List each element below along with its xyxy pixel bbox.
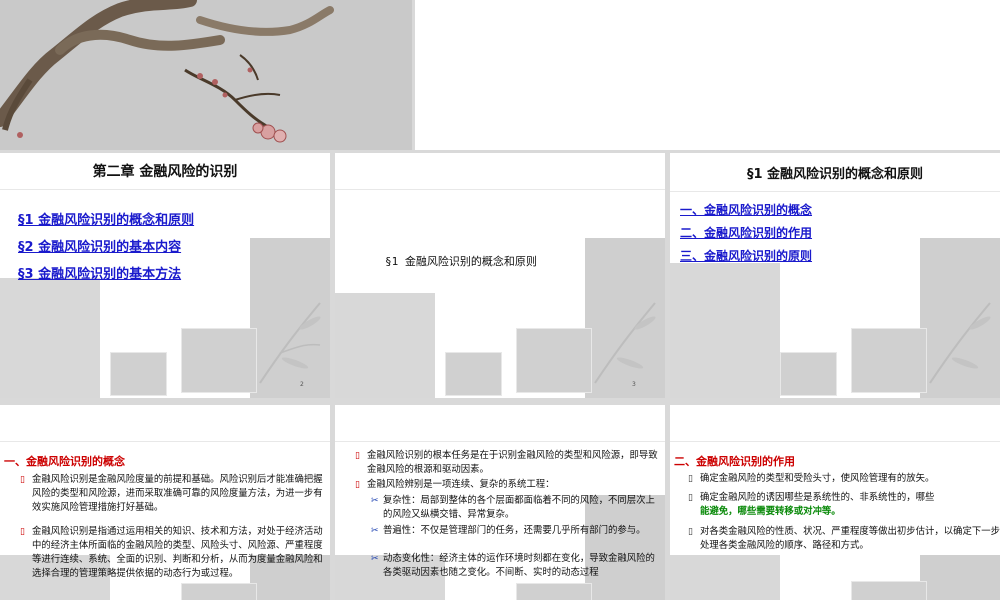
bg-block (920, 555, 1000, 600)
square-bullet-icon: ▯ (688, 493, 693, 503)
slide-title-bar-empty (335, 153, 665, 190)
task-text-2: 金融风险辨别是一项连续、复杂的系统工程： (367, 479, 555, 490)
role-paragraph-1: ▯ 确定金融风险的类型和受险头寸，使风险管理有的放矢。 (688, 472, 1000, 486)
slide-section-title[interactable]: §1 金融风险识别的概念和原则 3 (335, 153, 665, 398)
section-heading: §1 金融风险识别的概念和原则 (385, 255, 537, 268)
bg-mini-block (181, 328, 257, 393)
role-paragraph-2: ▯ 确定金融风险的诱因哪些是系统性的、非系统性的，哪些 能避免，哪些需要转移或对… (688, 491, 1000, 519)
bg-block (335, 293, 435, 398)
bg-mini-block (780, 352, 837, 396)
slide-concept[interactable]: 一、金融风险识别的概念 ▯ 金融风险识别是金融风险度量的前提和基础。风险识别后才… (0, 405, 330, 600)
bg-mini-block (181, 583, 257, 600)
concept-heading: 一、金融风险识别的概念 (4, 455, 125, 468)
role-text-1: 确定金融风险的类型和受险头寸，使风险管理有的放矢。 (700, 473, 935, 484)
slide-task-characteristics[interactable]: ▯ 金融风险识别的根本任务是在于识别金融风险的类型和风险源，即导致金融风险的根源… (335, 405, 665, 600)
bg-mini-block (445, 352, 502, 396)
link-section-1[interactable]: §1 金融风险识别的概念和原则 (18, 209, 194, 228)
square-bullet-icon: ▯ (688, 474, 693, 484)
slide-cover-painting[interactable] (0, 0, 412, 150)
concept-paragraph-2: ▯ 金融风险识别是指通过运用相关的知识、技术和方法，对处于经济活动中的经济主体所… (20, 525, 330, 581)
bg-block (670, 555, 780, 600)
sub-text-dynamics: 动态变化性：经济主体的运作环境时刻都在变化，导致金融风险的各类驱动因素也随之变化… (383, 553, 655, 578)
section-title: §1 金融风险识别的概念和原则 (746, 166, 924, 182)
plum-branch-painting (0, 0, 334, 143)
link-concept[interactable]: 一、金融风险识别的概念 (680, 201, 812, 218)
sub-item-dynamics: ✂ 动态变化性：经济主体的运作环境时刻都在变化，导致金融风险的各类驱动因素也随之… (371, 552, 655, 580)
task-paragraph-2: ▯ 金融风险辨别是一项连续、复杂的系统工程： (355, 478, 659, 492)
chapter-title: 第二章 金融风险的识别 (92, 164, 238, 180)
slide-section-1-contents[interactable]: §1 金融风险识别的概念和原则 一、金融风险识别的概念 二、金融风险识别的作用 … (670, 153, 1000, 398)
slide-title-bar-empty (0, 405, 330, 442)
bamboo-watermark (594, 302, 656, 384)
sub-item-complexity: ✂ 复杂性：局部到整体的各个层面都面临着不同的风险，不同层次上的风险又纵横交错、… (371, 494, 655, 522)
square-bullet-icon: ▯ (20, 475, 25, 485)
slide-blank-1[interactable] (415, 0, 1000, 150)
scissors-bullet-icon: ✂ (371, 526, 379, 536)
bg-block (0, 278, 100, 398)
bg-mini-block (851, 328, 927, 393)
role-heading: 二、金融风险识别的作用 (674, 455, 795, 468)
role-text-2: 确定金融风险的诱因哪些是系统性的、非系统性的，哪些 (700, 492, 935, 503)
page-number: 2 (300, 381, 304, 388)
concept-paragraph-1: ▯ 金融风险识别是金融风险度量的前提和基础。风险识别后才能准确把握风险的类型和风… (20, 473, 330, 515)
page-number: 3 (632, 381, 636, 388)
square-bullet-icon: ▯ (355, 451, 360, 461)
bg-mini-block (516, 328, 592, 393)
concept-text-2: 金融风险识别是指通过运用相关的知识、技术和方法，对处于经济活动中的经济主体所面临… (32, 526, 323, 579)
bg-mini-block (516, 583, 592, 600)
bg-mini-block (110, 352, 167, 396)
sub-text-complexity: 复杂性：局部到整体的各个层面都面临着不同的风险，不同层次上的风险又纵横交错、异常… (383, 495, 655, 520)
link-role[interactable]: 二、金融风险识别的作用 (680, 224, 812, 241)
bamboo-watermark (259, 302, 321, 384)
bamboo-watermark (929, 302, 991, 384)
bg-block (670, 263, 780, 398)
role-text-2-highlight: 能避免，哪些需要转移或对冲等。 (700, 506, 841, 517)
square-bullet-icon: ▯ (355, 480, 360, 490)
bg-mini-block (851, 581, 927, 600)
scissors-bullet-icon: ✂ (371, 496, 379, 506)
task-text-1: 金融风险识别的根本任务是在于识别金融风险的类型和风险源，即导致金融风险的根源和驱… (367, 450, 658, 475)
role-paragraph-3: ▯ 对各类金融风险的性质、状况、严重程度等做出初步估计，以确定下一步处理各类金融… (688, 525, 1000, 553)
slide-title: §1 金融风险识别的概念和原则 (670, 153, 1000, 192)
role-text-3: 对各类金融风险的性质、状况、严重程度等做出初步估计，以确定下一步处理各类金融风险… (700, 526, 1000, 551)
sub-text-universality: 普遍性：不仅是管理部门的任务，还需要几乎所有部门的参与。 (383, 525, 646, 536)
square-bullet-icon: ▯ (20, 527, 25, 537)
link-principle[interactable]: 三、金融风险识别的原则 (680, 247, 812, 264)
scissors-bullet-icon: ✂ (371, 554, 379, 564)
link-section-3[interactable]: §3 金融风险识别的基本方法 (18, 263, 181, 282)
slide-title-bar-empty (670, 405, 1000, 442)
concept-text-1: 金融风险识别是金融风险度量的前提和基础。风险识别后才能准确把握风险的类型和风险源… (32, 474, 323, 513)
square-bullet-icon: ▯ (688, 527, 693, 537)
link-section-2[interactable]: §2 金融风险识别的基本内容 (18, 236, 181, 255)
slide-chapter-contents[interactable]: 第二章 金融风险的识别 §1 金融风险识别的概念和原则 §2 金融风险识别的基本… (0, 153, 330, 398)
task-paragraph-1: ▯ 金融风险识别的根本任务是在于识别金融风险的类型和风险源，即导致金融风险的根源… (355, 449, 659, 477)
slide-role[interactable]: 二、金融风险识别的作用 ▯ 确定金融风险的类型和受险头寸，使风险管理有的放矢。 … (670, 405, 1000, 600)
sub-item-universality: ✂ 普遍性：不仅是管理部门的任务，还需要几乎所有部门的参与。 (371, 524, 655, 538)
slide-title: 第二章 金融风险的识别 (0, 153, 330, 190)
slide-title-bar-empty (335, 405, 665, 442)
